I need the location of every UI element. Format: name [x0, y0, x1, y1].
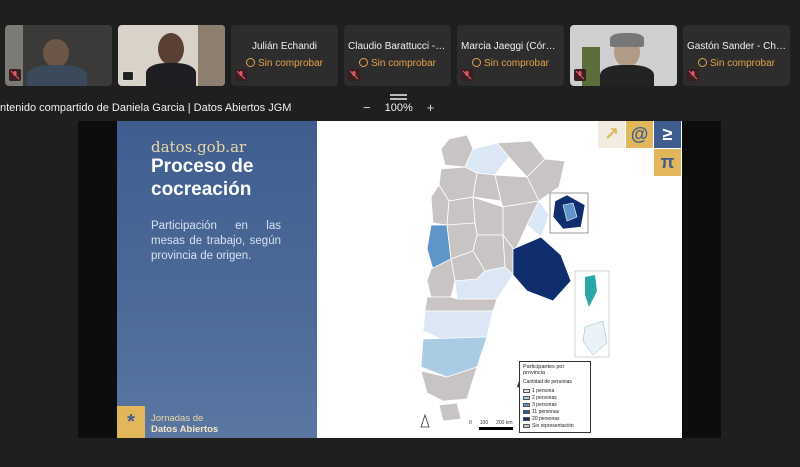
- shared-screen: datos.gob.ar Proceso de cocreación Parti…: [78, 121, 721, 438]
- participant-tile-1[interactable]: [5, 25, 112, 86]
- participant-status: Sin comprobar: [457, 58, 564, 69]
- slide-subtitle: Participación en las mesas de trabajo, s…: [151, 220, 281, 262]
- geq-icon: ≥: [654, 121, 681, 148]
- map-scale: 0 100 200 km: [469, 420, 513, 426]
- drag-handle-icon[interactable]: [390, 94, 407, 100]
- warning-icon: [245, 58, 255, 67]
- mic-muted-icon: [574, 69, 586, 81]
- warning-icon: [697, 58, 707, 67]
- participant-tile-2[interactable]: [118, 25, 225, 86]
- map-legend: Participantes por provincia Cantidad de …: [519, 361, 591, 433]
- presentation-slide: datos.gob.ar Proceso de cocreación Parti…: [117, 121, 682, 438]
- participant-name: Marcia Jaeggi (Córdo...: [461, 41, 564, 52]
- event-label: Jornadas de Datos Abiertos: [151, 413, 219, 435]
- pi-icon: π: [654, 149, 681, 176]
- mic-muted-icon: [348, 69, 360, 81]
- zoom-controls: − 100% +: [363, 101, 435, 114]
- brand-logo: datos.gob.ar: [151, 138, 247, 156]
- zoom-level: 100%: [384, 102, 413, 114]
- participant-name: Claudio Barattucci -G...: [348, 41, 451, 52]
- legend-item: 20 personas: [523, 415, 587, 422]
- legend-item: 11 personas: [523, 408, 587, 415]
- legend-title: Participantes por provincia: [523, 364, 565, 376]
- participant-tile-5[interactable]: Marcia Jaeggi (Córdo... Sin comprobar: [457, 25, 564, 86]
- participant-status: Sin comprobar: [683, 58, 790, 69]
- zoom-in-button[interactable]: +: [427, 101, 435, 114]
- legend-item: 1 persona: [523, 387, 587, 394]
- zoom-out-button[interactable]: −: [363, 101, 371, 114]
- participant-tile-6[interactable]: [570, 25, 677, 86]
- legend-item: 2 personas: [523, 394, 587, 401]
- participant-tile-3[interactable]: Julián Echandi Sin comprobar: [231, 25, 338, 86]
- slide-title: Proceso de cocreación: [151, 156, 254, 200]
- mic-muted-icon: [687, 69, 699, 81]
- mic-muted-icon: [461, 69, 473, 81]
- legend-item: 3 personas: [523, 401, 587, 408]
- argentina-map: [420, 134, 610, 430]
- legend-subtitle: Cantidad de personas: [523, 379, 572, 385]
- mic-muted-icon: [9, 69, 21, 81]
- meeting-window: Julián Echandi Sin comprobar Claudio Bar…: [0, 0, 800, 467]
- screen-share-icon: [122, 71, 134, 81]
- participant-strip: Julián Echandi Sin comprobar Claudio Bar…: [5, 25, 793, 86]
- participant-name: Julián Echandi: [251, 41, 318, 52]
- participant-tile-4[interactable]: Claudio Barattucci -G... Sin comprobar: [344, 25, 451, 86]
- slide-side-panel: datos.gob.ar Proceso de cocreación Parti…: [117, 121, 317, 438]
- participant-status: Sin comprobar: [344, 58, 451, 69]
- participant-name: Gastón Sander - Chu...: [687, 41, 790, 52]
- participant-status: Sin comprobar: [231, 58, 338, 69]
- warning-icon: [471, 58, 481, 67]
- legend-item: Sin representación: [523, 422, 587, 429]
- asterisk-icon: *: [117, 406, 145, 438]
- mic-muted-icon: [235, 69, 247, 81]
- shared-content-title: ntenido compartido de Daniela Garcia | D…: [0, 102, 292, 114]
- participant-tile-7[interactable]: Gastón Sander - Chu... Sin comprobar: [683, 25, 790, 86]
- warning-icon: [358, 58, 368, 67]
